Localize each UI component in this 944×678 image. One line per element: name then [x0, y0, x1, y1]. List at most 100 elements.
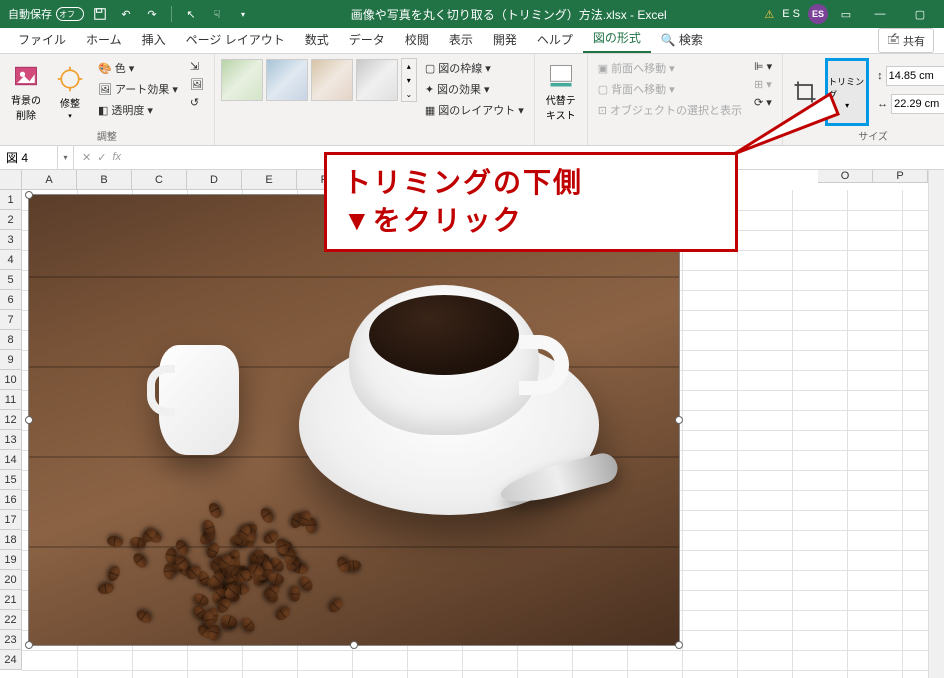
bring-forward-button[interactable]: ▣前面へ移動 ▾	[594, 58, 746, 78]
fx-icon[interactable]: fx	[112, 151, 121, 164]
column-header[interactable]: P	[873, 170, 928, 183]
row-header[interactable]: 6	[0, 290, 22, 310]
transparency-icon: ◧	[98, 104, 108, 117]
picture-styles-gallery[interactable]: ▴ ▾ ⌄	[221, 58, 417, 102]
user-avatar[interactable]: ES	[808, 4, 828, 24]
save-icon[interactable]	[90, 4, 110, 24]
ribbon-display-icon[interactable]: ▭	[836, 4, 856, 24]
tab-view[interactable]: 表示	[439, 26, 483, 53]
row-header[interactable]: 3	[0, 230, 22, 250]
height-input[interactable]	[886, 66, 944, 86]
row-header[interactable]: 14	[0, 450, 22, 470]
callout-pointer	[734, 92, 844, 172]
minimize-button[interactable]: —	[864, 0, 896, 28]
row-header[interactable]: 24	[0, 650, 22, 670]
row-header[interactable]: 16	[0, 490, 22, 510]
row-header[interactable]: 4	[0, 250, 22, 270]
tab-review[interactable]: 校閲	[395, 26, 439, 53]
width-field[interactable]: ↔	[873, 92, 944, 116]
name-box-dropdown[interactable]: ▾	[58, 146, 74, 169]
tab-help[interactable]: ヘルプ	[527, 26, 583, 53]
picture-effects-button[interactable]: ✦図の効果 ▾	[421, 79, 528, 99]
select-all-corner[interactable]	[0, 170, 22, 190]
style-thumb[interactable]	[356, 59, 398, 101]
picture-content	[29, 195, 679, 645]
tab-search[interactable]: 🔍 検索	[651, 26, 713, 53]
row-header[interactable]: 20	[0, 570, 22, 590]
row-header[interactable]: 9	[0, 350, 22, 370]
corrections-button[interactable]: 修整 ▾	[50, 58, 90, 126]
tab-file[interactable]: ファイル	[8, 26, 76, 53]
artistic-effects-button[interactable]: 🖼アート効果 ▾	[94, 79, 182, 99]
tab-developer[interactable]: 開発	[483, 26, 527, 53]
align-button[interactable]: ⊫▾	[750, 58, 776, 75]
row-header[interactable]: 10	[0, 370, 22, 390]
row-header[interactable]: 1	[0, 190, 22, 210]
autosave-pill[interactable]: オフ	[56, 7, 84, 21]
tab-picture-format[interactable]: 図の形式	[583, 24, 651, 53]
color-button[interactable]: 🎨色 ▾	[94, 58, 182, 78]
tab-insert[interactable]: 挿入	[132, 26, 176, 53]
row-header[interactable]: 22	[0, 610, 22, 630]
column-header[interactable]: C	[132, 170, 187, 190]
height-icon: ↕	[877, 70, 883, 82]
group-button[interactable]: ⊞▾	[750, 76, 776, 93]
bring-forward-icon: ▣	[598, 62, 608, 75]
touch-icon[interactable]: ☟	[207, 4, 227, 24]
height-field[interactable]: ↕	[873, 64, 944, 88]
compress-pictures-button[interactable]: ⇲	[186, 58, 208, 75]
column-header[interactable]: B	[77, 170, 132, 190]
cancel-formula-icon[interactable]: ✕	[82, 151, 91, 164]
picture-layout-button[interactable]: ▦図のレイアウト ▾	[421, 100, 528, 120]
reset-picture-button[interactable]: ↺	[186, 94, 208, 111]
name-box[interactable]: 図 4	[0, 146, 58, 169]
row-header[interactable]: 13	[0, 430, 22, 450]
row-header[interactable]: 23	[0, 630, 22, 650]
tab-data[interactable]: データ	[339, 26, 395, 53]
gallery-more-button[interactable]: ⌄	[402, 87, 416, 101]
column-header[interactable]: E	[242, 170, 297, 190]
maximize-button[interactable]: ▢	[904, 0, 936, 28]
change-picture-button[interactable]: 🖼	[186, 76, 208, 93]
transparency-button[interactable]: ◧透明度 ▾	[94, 100, 182, 120]
row-header[interactable]: 15	[0, 470, 22, 490]
alt-text-button[interactable]: 代替テ キスト	[541, 58, 581, 126]
row-header[interactable]: 7	[0, 310, 22, 330]
column-header[interactable]: D	[187, 170, 242, 190]
row-header[interactable]: 8	[0, 330, 22, 350]
gallery-up-button[interactable]: ▴	[402, 59, 416, 73]
gallery-down-button[interactable]: ▾	[402, 73, 416, 87]
undo-icon[interactable]: ↶	[116, 4, 136, 24]
style-thumb[interactable]	[311, 59, 353, 101]
cursor-icon[interactable]: ↖	[181, 4, 201, 24]
embedded-picture[interactable]	[28, 194, 680, 646]
enter-formula-icon[interactable]: ✓	[97, 151, 106, 164]
share-button[interactable]: 🖆 共有	[878, 28, 934, 53]
row-header[interactable]: 2	[0, 210, 22, 230]
row-header[interactable]: 19	[0, 550, 22, 570]
style-thumb[interactable]	[266, 59, 308, 101]
remove-background-button[interactable]: 背景の 削除	[6, 58, 46, 126]
width-input[interactable]	[891, 94, 944, 114]
row-header[interactable]: 21	[0, 590, 22, 610]
row-header[interactable]: 18	[0, 530, 22, 550]
style-thumb[interactable]	[221, 59, 263, 101]
selection-pane-button[interactable]: ⊡オブジェクトの選択と表示	[594, 100, 746, 120]
send-backward-button[interactable]: ▢背面へ移動 ▾	[594, 79, 746, 99]
row-header[interactable]: 17	[0, 510, 22, 530]
row-header[interactable]: 11	[0, 390, 22, 410]
tab-page-layout[interactable]: ページ レイアウト	[176, 26, 295, 53]
redo-icon[interactable]: ↷	[142, 4, 162, 24]
tab-formulas[interactable]: 数式	[295, 26, 339, 53]
tab-home[interactable]: ホーム	[76, 26, 132, 53]
row-header[interactable]: 5	[0, 270, 22, 290]
vertical-scrollbar[interactable]	[928, 170, 944, 678]
row-header[interactable]: 12	[0, 410, 22, 430]
qat-dropdown-icon[interactable]: ▾	[233, 4, 253, 24]
color-icon: 🎨	[98, 62, 112, 75]
picture-border-button[interactable]: ▢図の枠線 ▾	[421, 58, 528, 78]
warning-icon[interactable]: ⚠	[764, 8, 774, 21]
autosave-toggle[interactable]: 自動保存 オフ	[8, 6, 84, 22]
column-header[interactable]: A	[22, 170, 77, 190]
search-icon: 🔍	[661, 33, 676, 47]
